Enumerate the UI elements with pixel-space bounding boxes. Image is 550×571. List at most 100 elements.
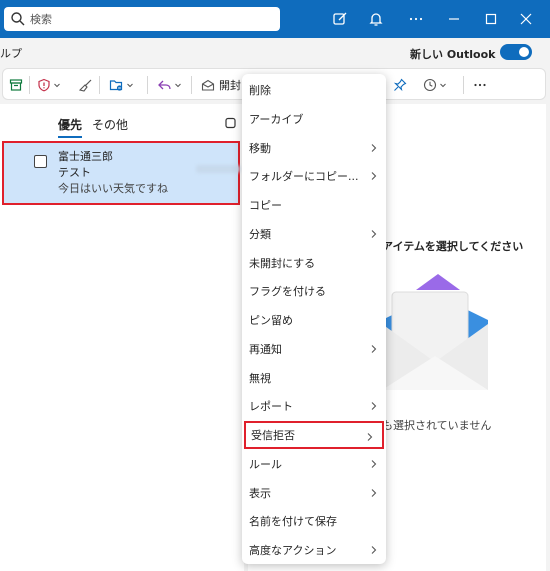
menu-item-label: フラグを付ける (249, 285, 326, 299)
more-options-icon (474, 83, 486, 87)
menu-item-label: 移動 (249, 141, 271, 155)
menu-item[interactable]: アーカイブ (242, 105, 386, 133)
menu-item-label: レポート (249, 400, 293, 414)
minimize-icon[interactable] (444, 9, 464, 29)
menu-item-label: 分類 (249, 227, 271, 241)
chevron-right-icon (371, 229, 377, 238)
empty-envelope-illustration (382, 274, 488, 390)
menu-item-label: 削除 (249, 84, 271, 97)
ribbon-tab-help[interactable]: ルプ (0, 45, 22, 61)
toolbar-separator (191, 76, 192, 94)
message-preview: 今日はいい天気ですね (58, 182, 168, 195)
menu-item-label: アーカイブ (249, 112, 304, 126)
menu-item[interactable]: レポート (242, 392, 386, 420)
menu-item[interactable]: 未開封にする (242, 249, 386, 277)
chevron-down-icon (175, 83, 181, 88)
chevron-right-icon (371, 402, 377, 411)
chevron-right-icon (371, 459, 377, 468)
more-options-icon[interactable] (406, 9, 426, 29)
menu-item[interactable]: フォルダーにコピー... (242, 162, 386, 190)
menu-item[interactable]: フラグを付ける (242, 277, 386, 305)
reply-button[interactable] (157, 76, 182, 94)
menu-item-label: ルール (249, 457, 282, 471)
chevron-right-icon (367, 433, 373, 441)
chevron-right-icon (371, 546, 377, 554)
toolbar-separator (99, 76, 100, 94)
message-subject: テスト (58, 166, 91, 179)
menu-item[interactable]: 削除 (242, 76, 386, 104)
new-outlook-label: 新しい Outlook (410, 48, 496, 61)
shield-icon (38, 78, 50, 92)
chevron-down-icon (54, 83, 60, 88)
pin-icon (393, 78, 407, 92)
menu-item-label: 受信拒否 (251, 429, 295, 442)
context-menu: 削除アーカイブ移動フォルダーにコピー... コピー分類未開封にする フラグを付けるピ… (242, 74, 386, 564)
menu-item[interactable]: 高度なアクション (242, 536, 386, 564)
chevron-right-icon (371, 344, 377, 353)
chevron-right-icon (371, 143, 377, 152)
toolbar-separator (463, 76, 464, 94)
menu-item[interactable]: ピン留め (242, 306, 386, 334)
more-actions-button[interactable] (473, 76, 487, 94)
snooze-button[interactable] (423, 76, 447, 94)
menu-item-label: 再通知 (249, 342, 282, 356)
menu-item-label: 名前を付けて保存 (249, 515, 337, 529)
chevron-right-icon (371, 172, 377, 181)
pin-button[interactable] (393, 76, 407, 94)
menu-item[interactable]: 受信拒否 (244, 421, 384, 449)
close-icon[interactable] (516, 9, 536, 29)
title-bar: 検索 (0, 0, 550, 38)
open-label: 開封 (219, 79, 241, 92)
envelope-open-icon (201, 79, 215, 91)
bell-icon[interactable] (366, 9, 386, 29)
search-box[interactable]: 検索 (4, 7, 280, 31)
search-placeholder: 検索 (30, 13, 52, 26)
menu-item[interactable]: 移動 (242, 134, 386, 162)
reply-icon (158, 80, 171, 90)
report-button[interactable] (37, 76, 61, 94)
menu-item-label: 表示 (249, 486, 271, 500)
menu-item[interactable]: 無視 (242, 364, 386, 392)
folder-move-icon (109, 80, 123, 91)
menu-item[interactable]: ルール (242, 450, 386, 478)
toggle-knob (519, 47, 529, 57)
reading-pane-empty-text: も選択されていません (382, 419, 492, 432)
chevron-down-icon (127, 83, 133, 88)
archive-icon (9, 79, 23, 91)
menu-item[interactable]: 再通知 (242, 335, 386, 363)
menu-item[interactable]: 表示 (242, 479, 386, 507)
filter-toggle-icon[interactable] (224, 116, 238, 133)
menu-item[interactable]: 分類 (242, 220, 386, 248)
menu-item[interactable]: 名前を付けて保存 (242, 507, 386, 535)
message-list-item[interactable]: 富士通三郎 テスト 今日はいい天気ですね (2, 141, 240, 205)
menu-item-label: 無視 (249, 371, 271, 385)
menu-item-label: 未開封にする (249, 256, 316, 270)
message-sender: 富士通三郎 (58, 150, 113, 163)
chevron-down-icon (440, 83, 446, 88)
chevron-right-icon (371, 488, 377, 497)
search-icon (11, 12, 25, 26)
sweep-button[interactable] (79, 76, 93, 94)
reading-pane-title: アイテムを選択してください (382, 240, 524, 253)
menu-item[interactable]: コピー (242, 191, 386, 219)
maximize-icon[interactable] (481, 9, 501, 29)
menu-item-label: コピー (249, 199, 282, 212)
tab-other[interactable]: その他 (92, 116, 128, 138)
menu-item-label: ピン留め (249, 314, 293, 327)
clock-icon (423, 78, 437, 92)
broom-icon (79, 79, 92, 92)
archive-button[interactable] (9, 76, 23, 94)
select-checkbox[interactable] (34, 155, 47, 168)
ribbon-header: ルプ 新しい Outlook (0, 38, 550, 66)
message-date-blurred (196, 165, 240, 173)
compose-note-icon[interactable] (330, 9, 350, 29)
menu-item-label: フォルダーにコピー... (249, 170, 359, 184)
inbox-tabs: 優先 その他 (58, 116, 128, 138)
toolbar-separator (147, 76, 148, 94)
mark-read-button[interactable]: 開封 (201, 76, 241, 94)
toolbar-separator (29, 76, 30, 94)
new-outlook-toggle[interactable] (500, 44, 532, 60)
move-to-button[interactable] (109, 76, 134, 94)
menu-item-label: 高度なアクション (249, 544, 337, 557)
tab-focused[interactable]: 優先 (58, 116, 83, 138)
